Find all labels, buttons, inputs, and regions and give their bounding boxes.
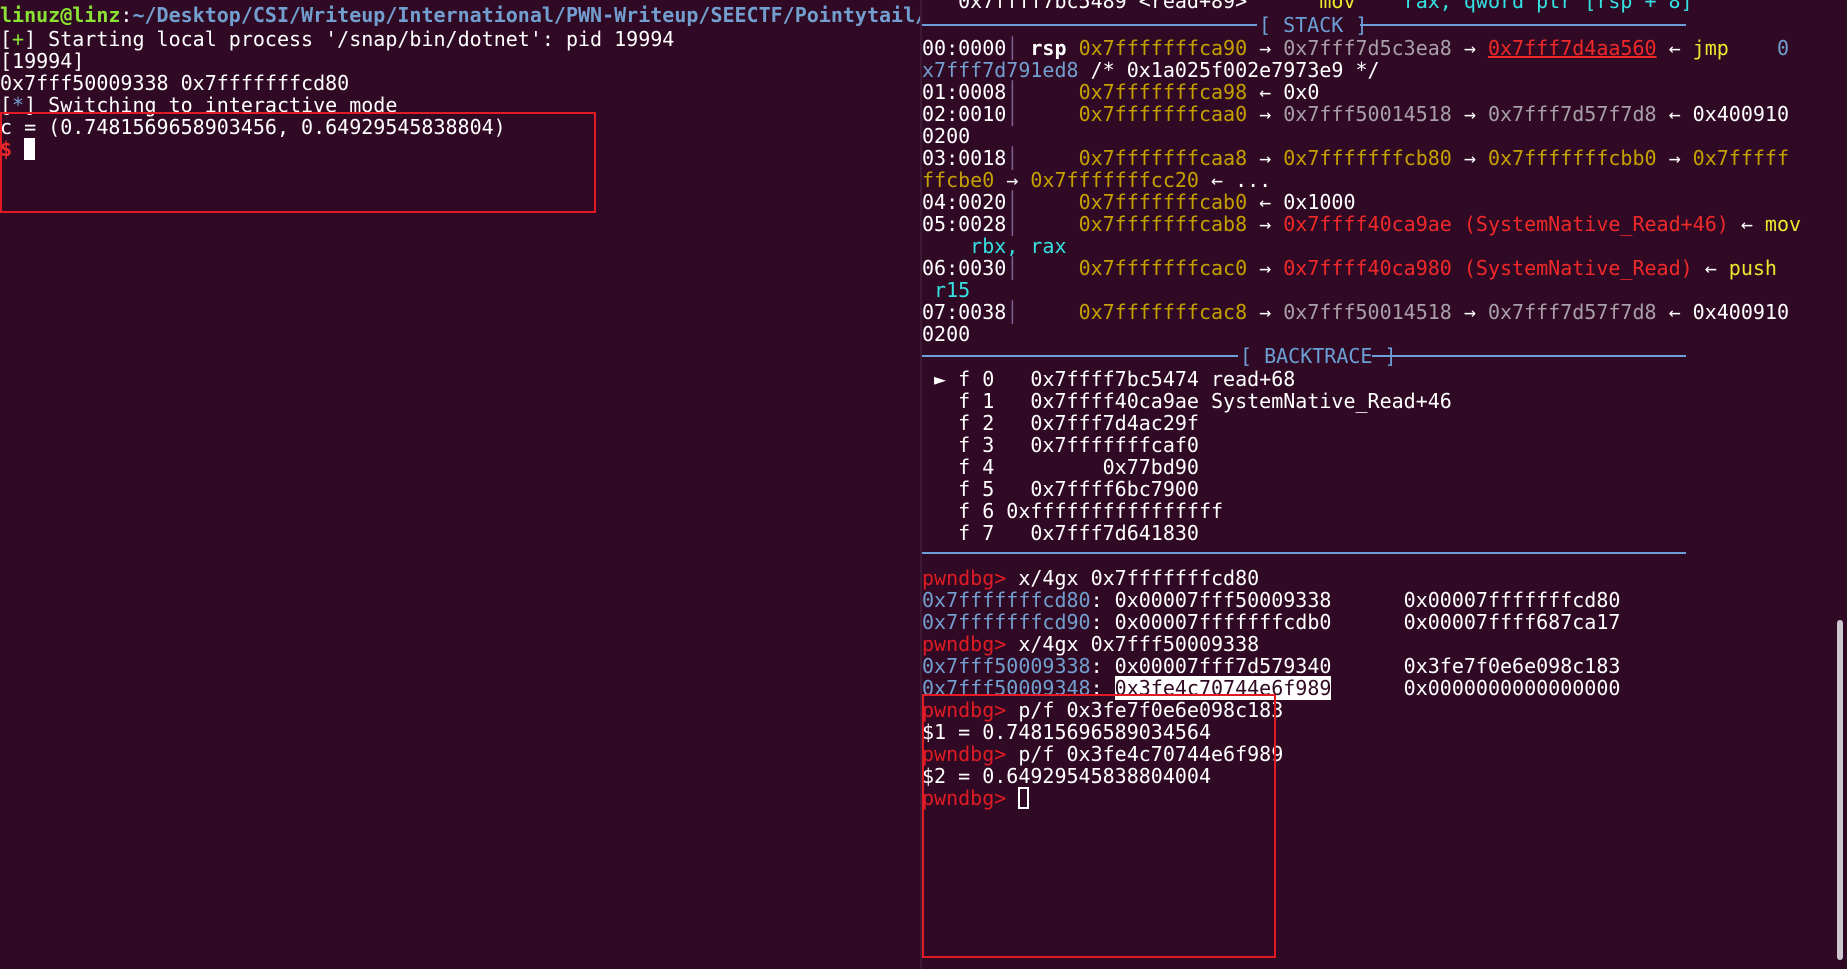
stack-code-ptr: 0x7ffff40ca9ae (SystemNative_Read+46) — [1283, 212, 1729, 236]
stack-addr: 0x7fffffffcab8 — [1078, 212, 1248, 236]
process-start-text: Starting local process '/snap/bin/dotnet… — [36, 27, 675, 51]
backtrace-rule-left — [922, 355, 1238, 357]
stack-value: 0x400910 — [1692, 102, 1789, 126]
stack-instruction: mov — [1764, 212, 1802, 236]
frame-address: 0x7fff7d641830 — [1030, 521, 1199, 545]
shell-prompt-line: linuz@linz:~/Desktop/CSI/Writeup/Interna… — [0, 2, 920, 28]
prompt-separator: : — [120, 3, 133, 27]
stack-addr: 0x7fffffffcaa0 — [1078, 102, 1248, 126]
stack-instruction: push — [1728, 256, 1777, 280]
disasm-operands: rax, qword ptr [rsp + 8] — [1403, 0, 1693, 13]
stack-row: 02:0010│ 0x7fffffffcaa0 → 0x7fff50014518… — [922, 102, 1789, 126]
stack-ptr: 0x7fff50014518 — [1283, 102, 1452, 126]
scrollbar[interactable] — [1837, 620, 1843, 960]
frame-number: f 7 — [958, 521, 995, 545]
stack-ptr: 0x7fffffffcb80 — [1283, 146, 1452, 170]
stack-ptr: 0x7fff7d57f7d8 — [1487, 102, 1657, 126]
stack-ptr: 0x7fffff — [1692, 146, 1789, 170]
context-end-rule — [922, 552, 1686, 554]
right-gdb-pane[interactable]: 0x7ffff7bc5489 <read+89> mov rax, qword … — [922, 0, 1847, 969]
stack-code-ptr: 0x7ffff40ca980 (SystemNative_Read) — [1283, 256, 1693, 280]
stack-instruction: jmp — [1692, 36, 1729, 60]
highlight-box-left — [0, 112, 596, 213]
prompt-user: linuz@linz — [0, 3, 121, 27]
backtrace-frame: f 7 0x7fff7d641830 — [922, 520, 1199, 546]
highlight-box-right — [922, 694, 1276, 958]
memory-value: 0x00007ffff687ca17 — [1403, 610, 1621, 634]
stack-target: 0 — [1776, 36, 1790, 60]
stack-code-ptr: 0x7fff7d4aa560 — [1487, 36, 1657, 60]
stack-rule-left — [922, 24, 1257, 26]
stack-ptr: 0x7fffffffcbb0 — [1487, 146, 1657, 170]
stack-rule-right — [1360, 24, 1686, 26]
stack-ptr: 0x7fff50014518 — [1283, 300, 1452, 324]
stack-addr: 0x7fffffffcac0 — [1078, 256, 1248, 280]
stack-value: 0x400910 — [1692, 300, 1789, 324]
frame-symbol: SystemNative_Read+46 — [1211, 389, 1452, 413]
stack-ptr: 0x7fff7d57f7d8 — [1487, 300, 1657, 324]
prompt-path: ~/Desktop/CSI/Writeup/International/PWN-… — [132, 3, 920, 27]
stack-row: 07:0038│ 0x7fffffffcac8 → 0x7fff50014518… — [922, 300, 1789, 324]
backtrace-rule-right — [1372, 355, 1686, 357]
process-start-line: [+] Starting local process '/snap/bin/do… — [0, 26, 674, 52]
memory-value: 0x0000000000000000 — [1403, 676, 1621, 700]
stack-row-wrap: 0200 — [922, 322, 971, 346]
disasm-address: 0x7ffff7bc5489 <read+89> — [958, 0, 1248, 13]
left-terminal-pane[interactable]: linuz@linz:~/Desktop/CSI/Writeup/Interna… — [0, 0, 920, 969]
stack-row: 06:0030│ 0x7fffffffcac0 → 0x7ffff40ca980… — [922, 256, 1777, 280]
stack-addr: 0x7fffffffcac8 — [1078, 300, 1248, 324]
